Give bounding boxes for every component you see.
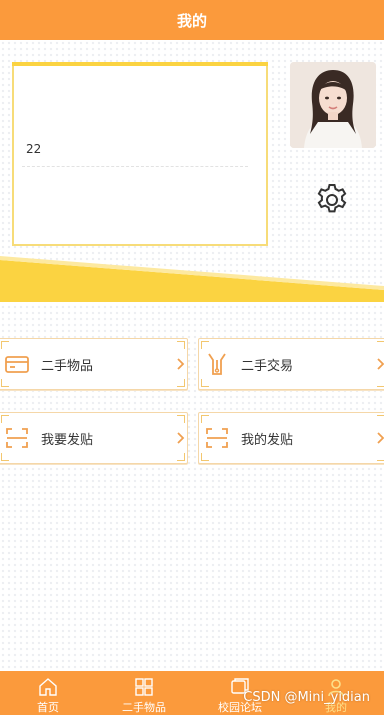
card-icon <box>5 356 29 373</box>
corner-ornament <box>201 379 209 387</box>
corner-ornament <box>201 341 209 349</box>
corner-ornament <box>1 453 9 461</box>
tab-home[interactable]: 首页 <box>0 671 96 715</box>
profile-card-accent-bar <box>12 62 268 66</box>
corner-ornament <box>1 341 9 349</box>
chevron-right-icon <box>377 358 384 370</box>
tab-label: 首页 <box>37 701 59 714</box>
corner-ornament <box>177 341 185 349</box>
scan-frame-icon <box>206 428 228 448</box>
tab-label: 二手物品 <box>122 701 166 714</box>
corner-ornament <box>177 379 185 387</box>
tab-secondhand[interactable]: 二手物品 <box>96 671 192 715</box>
menu-item-secondhand-trade[interactable]: 二手交易 <box>198 338 384 390</box>
menu-item-label: 二手物品 <box>41 358 94 374</box>
settings-gear-icon[interactable] <box>314 182 350 218</box>
corner-ornament <box>177 453 185 461</box>
profile-user-value: 22 <box>26 142 42 156</box>
profile-card: 22 <box>12 62 268 246</box>
chevron-right-icon <box>177 432 185 444</box>
avatar[interactable] <box>290 62 376 148</box>
corner-ornament <box>177 415 185 423</box>
yellow-wave-banner <box>0 256 384 302</box>
menu-item-secondhand-goods[interactable]: 二手物品 <box>0 338 188 390</box>
menu-item-my-posts[interactable]: 我的发贴 <box>198 412 384 464</box>
profile-divider <box>22 166 248 167</box>
corner-ornament <box>377 415 384 423</box>
avatar-photo <box>290 62 376 148</box>
watermark-text: CSDN @Mini_yidian <box>243 690 370 705</box>
menu-item-label: 二手交易 <box>241 358 294 374</box>
menu-item-create-post[interactable]: 我要发贴 <box>0 412 188 464</box>
corner-ornament <box>377 341 384 349</box>
page-title: 我的 <box>176 11 207 30</box>
corner-ornament <box>377 453 384 461</box>
zipper-bag-icon <box>208 353 226 375</box>
menu-item-label: 我的发贴 <box>241 432 294 448</box>
menu-item-label: 我要发贴 <box>41 432 94 448</box>
page-header: 我的 <box>0 0 384 40</box>
corner-ornament <box>377 379 384 387</box>
corner-ornament <box>201 415 209 423</box>
home-icon <box>39 678 57 696</box>
chevron-right-icon <box>177 358 185 370</box>
corner-ornament <box>201 453 209 461</box>
scan-frame-icon <box>6 428 28 448</box>
chevron-right-icon <box>377 432 384 444</box>
grid-icon <box>135 678 153 696</box>
corner-ornament <box>1 415 9 423</box>
corner-ornament <box>1 379 9 387</box>
